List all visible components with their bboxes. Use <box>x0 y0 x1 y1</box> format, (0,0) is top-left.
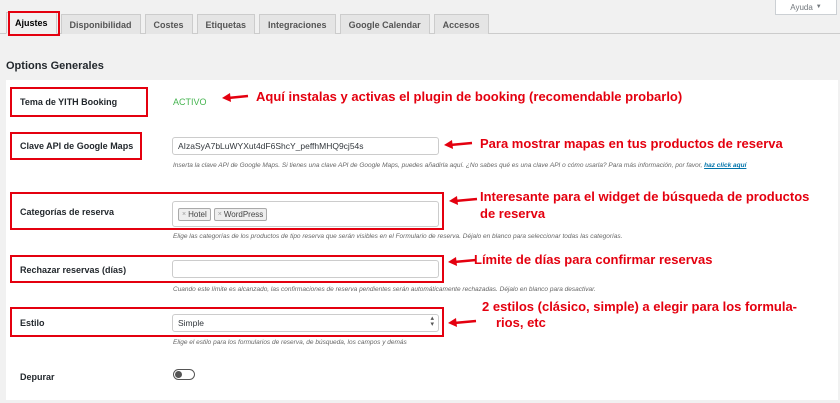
categories-select[interactable]: × Hotel × WordPress <box>172 201 439 227</box>
annotation-reject: Límite de días para confirmar reservas <box>474 252 713 267</box>
style-selected-value: Simple <box>178 318 204 328</box>
help-label: Ayuda <box>790 2 813 12</box>
maps-description: Inserta la clave API de Google Maps. Si … <box>173 162 823 170</box>
section-title: Options Generales <box>6 60 104 72</box>
style-label: Estilo <box>20 318 45 328</box>
categories-label: Categorías de reserva <box>20 207 115 217</box>
annotation-theme: Aquí instalas y activas el plugin de boo… <box>256 89 683 104</box>
tab-disponibilidad[interactable]: Disponibilidad <box>60 14 141 34</box>
arrow-left-icon <box>444 140 473 149</box>
arrow-left-icon <box>448 318 477 327</box>
maps-description-text: Inserta la clave API de Google Maps. Si … <box>173 162 703 169</box>
select-arrows-icon: ▴ ▾ <box>430 315 434 328</box>
highlight-tab-ajustes <box>8 11 60 36</box>
arrow-left-icon <box>222 93 249 102</box>
debug-label: Depurar <box>20 372 55 382</box>
tab-costes[interactable]: Costes <box>144 14 193 34</box>
arrow-left-icon <box>449 196 478 205</box>
category-chip-wordpress[interactable]: × WordPress <box>213 207 268 221</box>
category-chip-hotel[interactable]: × Hotel <box>178 207 211 221</box>
settings-tabs: Ajustes Disponibilidad Costes Etiquetas … <box>6 12 493 34</box>
categories-description: Elige las categorías de los productos de… <box>173 233 623 240</box>
reject-description: Cuando este límite es alcanzado, las con… <box>173 286 596 293</box>
maps-api-key-input[interactable]: AIzaSyA7bLuWYXut4dF6ShcY_peffhMHQ9cj54s <box>172 137 439 155</box>
remove-chip-icon[interactable]: × <box>182 211 186 218</box>
style-description: Elige el estilo para los formularios de … <box>173 339 407 346</box>
maps-label: Clave API de Google Maps <box>20 141 134 151</box>
annotation-categories-line2: de reserva <box>480 206 546 221</box>
help-tab[interactable]: Ayuda ▼ <box>775 0 837 15</box>
annotation-style-line2: rios, etc <box>496 315 546 330</box>
maps-api-key-value: AIzaSyA7bLuWYXut4dF6ShcY_peffhMHQ9cj54s <box>178 141 364 151</box>
tab-etiquetas[interactable]: Etiquetas <box>196 14 256 34</box>
tab-integraciones[interactable]: Integraciones <box>259 14 336 34</box>
reject-label: Rechazar reservas (días) <box>20 265 127 275</box>
theme-status: ACTIVO <box>173 97 207 107</box>
debug-toggle[interactable] <box>173 369 195 380</box>
maps-help-link[interactable]: haz click aquí <box>704 162 746 169</box>
chevron-down-icon: ▼ <box>815 4 822 10</box>
remove-chip-icon[interactable]: × <box>218 211 222 218</box>
tab-google-calendar[interactable]: Google Calendar <box>339 14 430 34</box>
reject-days-input[interactable] <box>172 260 439 278</box>
annotation-maps: Para mostrar mapas en tus productos de r… <box>480 136 783 151</box>
style-select[interactable]: Simple ▴ ▾ <box>172 314 439 332</box>
annotation-style-line1: 2 estilos (clásico, simple) a elegir par… <box>482 299 798 314</box>
annotation-categories-line1: Interesante para el widget de búsqueda d… <box>480 189 810 204</box>
theme-label: Tema de YITH Booking <box>20 97 118 107</box>
tab-accesos[interactable]: Accesos <box>433 14 489 34</box>
toggle-knob <box>175 371 182 378</box>
